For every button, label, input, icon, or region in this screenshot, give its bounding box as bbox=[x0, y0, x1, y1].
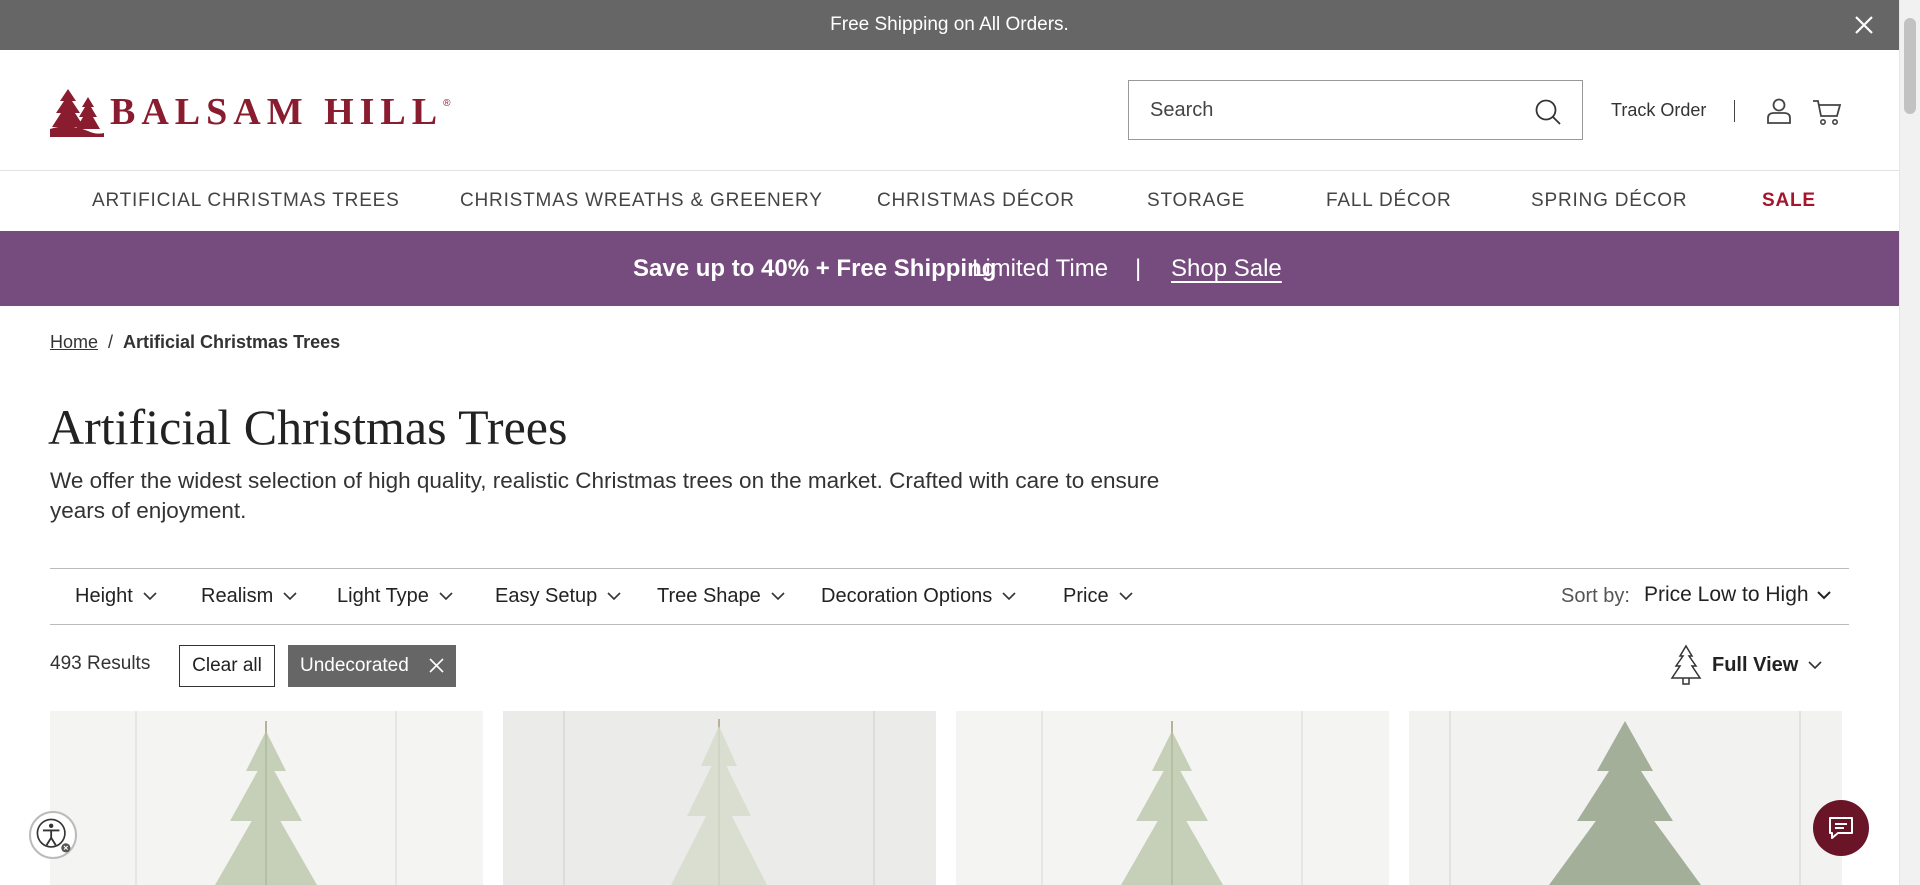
filter-label: Realism bbox=[201, 585, 274, 607]
filter-label: Tree Shape bbox=[657, 585, 761, 607]
filter-light-type[interactable]: Light Type bbox=[337, 585, 453, 608]
chevron-down-icon bbox=[283, 592, 297, 601]
shop-sale-link[interactable]: Shop Sale bbox=[1171, 255, 1282, 283]
filter-height[interactable]: Height bbox=[75, 585, 157, 608]
chevron-down-icon bbox=[1816, 590, 1831, 599]
search-box bbox=[1128, 80, 1583, 140]
promo-headline: Save up to 40% + Free Shipping bbox=[633, 255, 997, 282]
product-card-image[interactable] bbox=[956, 711, 1389, 885]
breadcrumb-current: Artificial Christmas Trees bbox=[123, 332, 341, 352]
tree-product-image bbox=[50, 711, 483, 885]
chevron-down-icon bbox=[607, 592, 621, 601]
breadcrumb: Home / Artificial Christmas Trees bbox=[50, 332, 340, 353]
chat-icon bbox=[1829, 817, 1853, 839]
tree-product-image bbox=[956, 711, 1389, 885]
view-label: Full View bbox=[1712, 653, 1799, 676]
tree-logo-icon bbox=[50, 89, 104, 137]
tree-icon bbox=[1670, 644, 1702, 685]
sort-dropdown[interactable]: Price Low to High bbox=[1644, 583, 1831, 607]
track-order-link[interactable]: Track Order bbox=[1611, 100, 1706, 121]
filter-label: Decoration Options bbox=[821, 585, 993, 607]
product-grid bbox=[50, 711, 1842, 885]
tree-product-image bbox=[1409, 711, 1842, 885]
main-nav: ARTIFICIAL CHRISTMAS TREES CHRISTMAS WRE… bbox=[0, 172, 1899, 231]
nav-item-christmas-wreaths-greenery[interactable]: CHRISTMAS WREATHS & GREENERY bbox=[460, 190, 823, 212]
close-icon[interactable] bbox=[429, 658, 444, 673]
nav-item-artificial-christmas-trees[interactable]: ARTIFICIAL CHRISTMAS TREES bbox=[92, 190, 400, 212]
results-count: 493 Results bbox=[50, 653, 151, 674]
promo-banner: Save up to 40% + Free Shipping Limited T… bbox=[0, 231, 1899, 306]
active-filter-label: Undecorated bbox=[300, 655, 409, 676]
sort-value: Price Low to High bbox=[1644, 583, 1809, 606]
breadcrumb-separator: / bbox=[108, 332, 114, 352]
filter-label: Light Type bbox=[337, 585, 429, 607]
logo-text: BALSAM HILL bbox=[110, 91, 444, 133]
nav-item-storage[interactable]: STORAGE bbox=[1147, 190, 1245, 212]
site-header: BALSAM HILL ® Track Order bbox=[0, 50, 1899, 171]
filter-price[interactable]: Price bbox=[1063, 585, 1133, 608]
accessibility-button[interactable] bbox=[29, 811, 77, 859]
promo-limited-time: Limited Time bbox=[972, 255, 1109, 282]
clear-all-button[interactable]: Clear all bbox=[179, 645, 275, 687]
accessibility-icon bbox=[36, 818, 71, 853]
filter-label: Price bbox=[1063, 585, 1109, 607]
page-title: Artificial Christmas Trees bbox=[48, 399, 568, 455]
scrollbar-thumb[interactable] bbox=[1904, 18, 1916, 114]
filter-easy-setup[interactable]: Easy Setup bbox=[495, 585, 621, 608]
sort-label: Sort by: bbox=[1561, 585, 1630, 607]
nav-item-spring-decor[interactable]: SPRING DÉCOR bbox=[1531, 190, 1687, 212]
breadcrumb-home-link[interactable]: Home bbox=[50, 332, 98, 353]
page-description: We offer the widest selection of high qu… bbox=[50, 468, 1160, 523]
page-scrollbar[interactable] bbox=[1899, 0, 1920, 885]
announcement-bar: Free Shipping on All Orders. bbox=[0, 0, 1899, 50]
cart-icon[interactable] bbox=[1812, 98, 1842, 126]
nav-item-christmas-decor[interactable]: CHRISTMAS DÉCOR bbox=[877, 190, 1075, 212]
promo-separator: | bbox=[1135, 255, 1142, 282]
product-card-image[interactable] bbox=[503, 711, 936, 885]
logo-registered-mark: ® bbox=[443, 97, 451, 109]
nav-item-fall-decor[interactable]: FALL DÉCOR bbox=[1326, 190, 1452, 212]
nav-item-sale[interactable]: SALE bbox=[1762, 190, 1816, 212]
filter-label: Height bbox=[75, 585, 133, 607]
chevron-down-icon bbox=[1119, 592, 1133, 601]
view-toggle[interactable]: Full View bbox=[1670, 644, 1822, 686]
user-icon[interactable] bbox=[1766, 97, 1792, 125]
chevron-down-icon bbox=[439, 592, 453, 601]
search-input[interactable] bbox=[1129, 98, 1509, 122]
filter-label: Easy Setup bbox=[495, 585, 598, 607]
brand-logo[interactable]: BALSAM HILL ® bbox=[48, 82, 451, 142]
product-card-image[interactable] bbox=[50, 711, 483, 885]
filter-realism[interactable]: Realism bbox=[201, 585, 297, 608]
chat-button[interactable] bbox=[1813, 800, 1869, 856]
search-icon[interactable] bbox=[1534, 98, 1562, 126]
filter-tree-shape[interactable]: Tree Shape bbox=[657, 585, 785, 608]
active-filter-chip[interactable]: Undecorated bbox=[288, 645, 456, 687]
chevron-down-icon bbox=[1002, 592, 1016, 601]
tree-product-image bbox=[503, 711, 936, 885]
filter-decoration-options[interactable]: Decoration Options bbox=[821, 585, 1016, 608]
close-icon[interactable] bbox=[1851, 12, 1877, 38]
chevron-down-icon bbox=[771, 592, 785, 601]
header-divider bbox=[1734, 100, 1735, 122]
product-card-image[interactable] bbox=[1409, 711, 1842, 885]
announcement-text: Free Shipping on All Orders. bbox=[830, 14, 1069, 35]
chevron-down-icon bbox=[143, 592, 157, 601]
filter-bar: Height Realism Light Type Easy Setup Tre… bbox=[50, 568, 1849, 625]
chevron-down-icon bbox=[1808, 660, 1822, 669]
